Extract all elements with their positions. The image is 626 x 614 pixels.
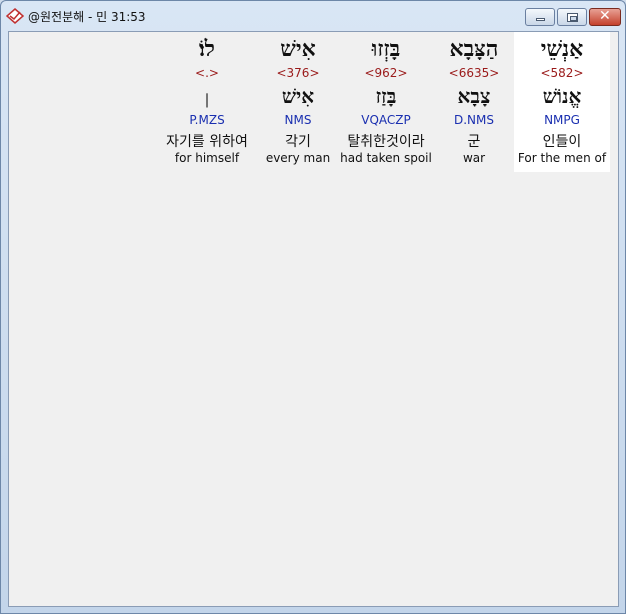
morphology-code: VQACZP [361,113,411,127]
word-column-5[interactable]: לוֹ׃ <.> ׀ P.MZS 자기를 위하여 for himself [159,32,255,172]
hebrew-lemma: צָבָא [457,84,491,108]
minimize-button[interactable] [525,8,555,26]
hebrew-lemma: בָּזַז [375,84,397,108]
hebrew-lemma: אִישׁ [281,84,315,108]
english-gloss: For the men of [517,151,607,165]
hebrew-word: לוֹ׃ [199,36,215,62]
hebrew-lemma: ׀ [203,94,211,108]
korean-gloss: 각기 [285,134,311,150]
english-gloss: war [462,151,486,165]
morphology-code: NMPG [544,113,580,127]
window-title: @원전분해 - 민 31:53 [28,10,146,24]
app-logo-icon [6,8,24,24]
hebrew-word: אִישׁ [280,36,316,62]
strong-number[interactable]: <582> [514,66,610,80]
english-gloss: had taken spoil [340,151,432,165]
hebrew-word: בָּזְזוּ [371,36,401,62]
strong-number[interactable]: <376> [250,66,346,80]
strong-number[interactable]: <962> [338,66,434,80]
close-button[interactable]: ✕ [589,8,621,26]
morphology-code: D.NMS [453,113,494,127]
word-column-2[interactable]: הַצָּבָא <6635> צָבָא D.NMS 군 war [426,32,522,172]
korean-gloss: 자기를 위하여 [166,134,248,150]
word-analysis-panel: אַנְשֵׁי <582> אֱנוֹשׁ NMPG 인들이 For the … [8,31,619,607]
hebrew-word: הַצָּבָא [449,36,499,62]
maximize-icon [567,13,578,22]
korean-gloss: 군 [467,134,481,150]
title-bar[interactable]: @원전분해 - 민 31:53 ✕ [1,1,625,31]
morphology-code: NMS [284,113,312,127]
morphology-code: P.MZS [189,113,225,127]
close-icon: ✕ [599,8,611,24]
hebrew-lemma: אֱנוֹשׁ [542,84,582,108]
strong-number[interactable]: <6635> [426,66,522,80]
korean-gloss: 인들이 [542,134,582,150]
minimize-icon [536,18,545,21]
hebrew-word: אַנְשֵׁי [540,36,584,62]
word-column-4[interactable]: אִישׁ <376> אִישׁ NMS 각기 every man [250,32,346,172]
strong-number[interactable]: <.> [159,66,255,80]
word-column-3[interactable]: בָּזְזוּ <962> בָּזַז VQACZP 탈취한것이라 had … [338,32,434,172]
maximize-button[interactable] [557,8,587,26]
app-window: @원전분해 - 민 31:53 ✕ אַנְשֵׁי <582> אֱנוֹשׁ… [0,0,626,614]
korean-gloss: 탈취한것이라 [347,134,425,150]
word-column-1[interactable]: אַנְשֵׁי <582> אֱנוֹשׁ NMPG 인들이 For the … [514,32,610,172]
english-gloss: every man [265,151,331,165]
english-gloss: for himself [174,151,240,165]
